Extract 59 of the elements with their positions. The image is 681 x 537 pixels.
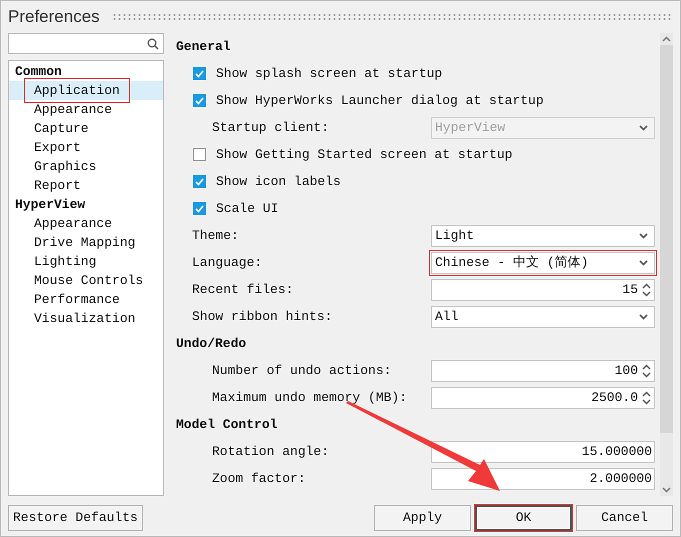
field-label: Theme:: [192, 226, 239, 245]
number-field[interactable]: 2500.0: [431, 386, 655, 408]
field-label: Number of undo actions:: [212, 362, 392, 380]
dialog-button[interactable]: Cancel: [576, 505, 673, 531]
number-field[interactable]: 100: [431, 360, 655, 382]
checkbox[interactable]: [193, 148, 206, 161]
tree-item[interactable]: Appearance: [27, 100, 120, 119]
checkbox[interactable]: [193, 202, 206, 215]
scrollbar[interactable]: [660, 33, 673, 496]
dropdown-field[interactable]: Light: [431, 224, 655, 246]
tree-item[interactable]: Graphics: [27, 157, 104, 176]
tree-item[interactable]: Drive Mapping: [27, 233, 142, 252]
checkbox-label: Show Getting Started screen at startup: [216, 146, 512, 164]
section-heading: General: [176, 38, 231, 56]
input-field[interactable]: 2.000000: [431, 468, 655, 490]
scrollbar-thumb[interactable]: [660, 45, 673, 433]
dialog-button[interactable]: Restore Defaults: [8, 505, 143, 531]
dropdown-caret-icon: [639, 232, 648, 238]
section-heading: Model Control: [176, 416, 278, 434]
tree-item[interactable]: Lighting: [27, 252, 104, 271]
dropdown-caret-icon: [639, 260, 648, 266]
tree-item[interactable]: Performance: [27, 290, 127, 309]
field-label: Maximum undo memory (MB):: [212, 388, 408, 407]
tree-item[interactable]: Export: [27, 138, 88, 157]
spinner-arrows-icon[interactable]: [642, 390, 651, 404]
tree-item[interactable]: Appearance: [27, 214, 120, 233]
checkbox[interactable]: [193, 175, 206, 188]
tree-group[interactable]: Common: [15, 62, 62, 82]
field-label: Recent files:: [192, 280, 294, 299]
window-title: Preferences: [8, 6, 100, 28]
checkbox-label: Show splash screen at startup: [216, 64, 442, 83]
field-label: Rotation angle:: [212, 442, 330, 461]
tree-item[interactable]: Report: [27, 176, 88, 195]
dropdown-field[interactable]: All: [431, 306, 655, 328]
tree-group[interactable]: HyperView: [15, 194, 86, 214]
checkbox-label: Show HyperWorks Launcher dialog at startup: [216, 92, 544, 110]
search-icon: [147, 38, 159, 50]
dropdown-field[interactable]: Chinese - 中文 (简体): [431, 252, 655, 274]
dialog-button[interactable]: Apply: [374, 505, 471, 531]
checkbox-label: Scale UI: [216, 200, 278, 218]
number-field[interactable]: 15: [431, 278, 655, 300]
tree-item[interactable]: Visualization: [27, 309, 142, 328]
search-field[interactable]: [8, 33, 164, 54]
field-label: Show ribbon hints:: [192, 308, 332, 326]
dropdown-caret-icon: [639, 314, 648, 320]
tree-item[interactable]: Capture: [27, 119, 96, 138]
field-label: Language:: [192, 254, 262, 272]
tree-item[interactable]: Mouse Controls: [27, 271, 150, 290]
checkbox[interactable]: [193, 94, 206, 107]
field-label: Startup client:: [212, 118, 330, 137]
input-field[interactable]: 15.000000: [431, 440, 655, 462]
dialog-button[interactable]: OK: [475, 505, 572, 531]
dropdown-caret-icon: [639, 124, 648, 130]
spinner-arrows-icon[interactable]: [642, 364, 651, 378]
spinner-arrows-icon[interactable]: [642, 282, 651, 296]
checkbox[interactable]: [193, 67, 206, 80]
section-heading: Undo/Redo: [176, 334, 246, 353]
checkbox-label: Show icon labels: [216, 172, 341, 191]
field-label: Zoom factor:: [212, 470, 306, 488]
